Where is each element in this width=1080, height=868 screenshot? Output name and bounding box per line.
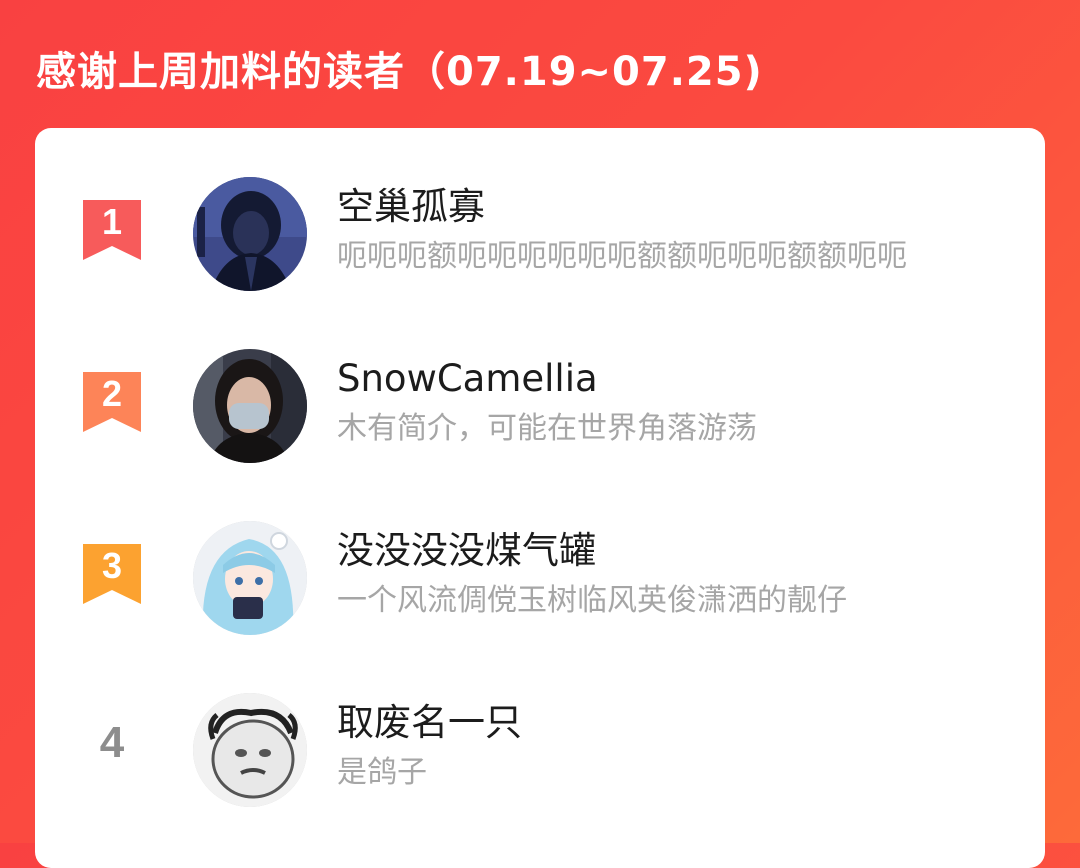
blue-hair-anime-icon [193,521,307,635]
meme-face-icon [193,693,307,807]
reader-bio: 一个风流倜傥玉树临风英俊潇洒的靓仔 [337,583,847,618]
reader-name[interactable]: SnowCamellia [337,354,598,404]
reader-row-3[interactable]: 3 没没没没煤气罐 一个风流倜傥玉树临风英俊潇洒的靓仔 [35,506,1045,636]
rank-number: 3 [101,545,123,586]
rank-number: 1 [101,201,123,242]
rank-number: 4 [99,718,125,767]
avatar[interactable] [193,349,307,463]
dark-anime-girl-icon [193,177,307,291]
reader-row-1[interactable]: 1 空巢孤寡 呃呃呃额呃呃呃呃呃呃额额呃呃呃额额呃呃 [35,162,1045,292]
rank-badge-2: 2 [83,372,141,436]
reader-bio: 呃呃呃额呃呃呃呃呃呃额额呃呃呃额额呃呃 [337,239,907,274]
masked-person-photo-icon [193,349,307,463]
rank-number: 2 [101,373,123,414]
reader-bio: 是鸽子 [337,755,427,790]
avatar[interactable] [193,521,307,635]
reader-name[interactable]: 没没没没煤气罐 [337,526,596,576]
rank-badge-3: 3 [83,544,141,608]
reader-row-2[interactable]: 2 SnowCamellia 木有简介，可能在世界角落游荡 [35,334,1045,464]
avatar[interactable] [193,177,307,291]
reader-list-card: 1 空巢孤寡 呃呃呃额呃呃呃呃呃呃额额呃呃呃额额呃呃 2 SnowCamelli… [35,128,1045,868]
reader-bio: 木有简介，可能在世界角落游荡 [337,411,757,446]
reader-name[interactable]: 空巢孤寡 [337,182,485,232]
page-title: 感谢上周加料的读者（07.19~07.25) [36,49,763,95]
reader-name[interactable]: 取废名一只 [337,698,522,748]
reader-row-4[interactable]: 4 取废名一只 是鸽子 [35,678,1045,808]
avatar[interactable] [193,693,307,807]
rank-badge-1: 1 [83,200,141,264]
